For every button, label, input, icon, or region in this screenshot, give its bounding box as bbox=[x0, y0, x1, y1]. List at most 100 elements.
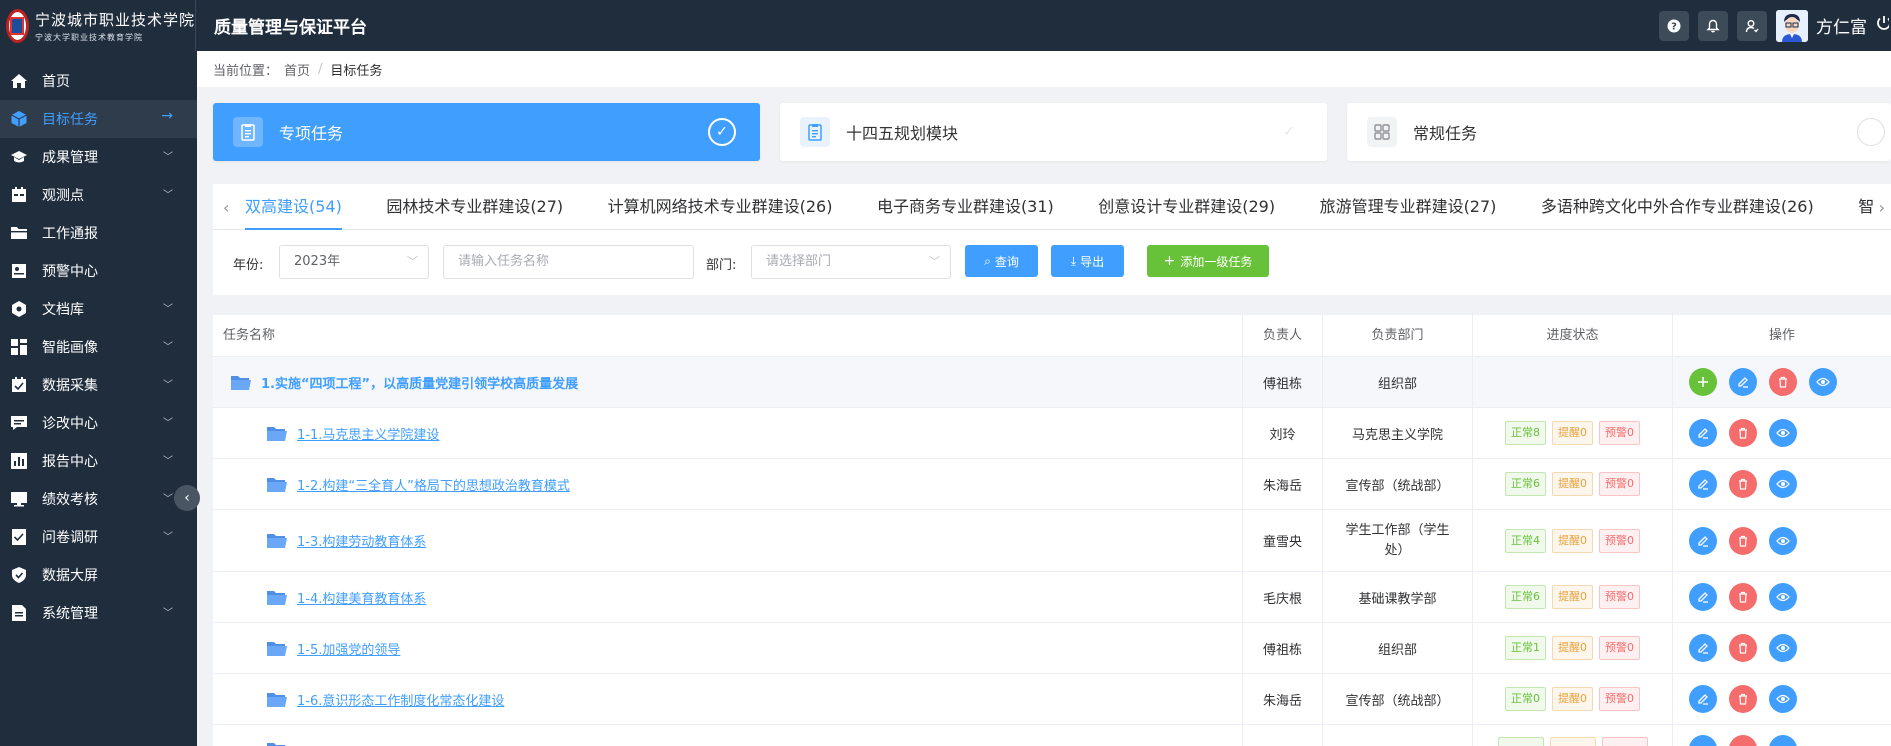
status-badge-normal[interactable]: 正常8 bbox=[1505, 421, 1546, 445]
task-name-link[interactable]: 1-4.构建美育教育体系 bbox=[297, 588, 426, 607]
sidebar-item-data-screen[interactable]: 数据大屏 bbox=[0, 556, 197, 594]
sidebar-item-label: 诊改中心 bbox=[42, 416, 98, 432]
view-button[interactable] bbox=[1769, 583, 1797, 611]
sidebar-item-diagnosis-center[interactable]: 诊改中心 ﹀ bbox=[0, 404, 197, 442]
edit-button[interactable] bbox=[1689, 735, 1717, 746]
username[interactable]: 方仁富 bbox=[1816, 13, 1867, 38]
view-button[interactable] bbox=[1769, 470, 1797, 498]
edit-button[interactable] bbox=[1689, 419, 1717, 447]
tab-landscape[interactable]: 园林技术专业群建设(27) bbox=[386, 184, 563, 230]
year-select[interactable]: 2023年 ﹀ bbox=[279, 245, 429, 279]
table-row: 1-6.意识形态工作制度化常态化建设 朱海岳 宣传部（统战部） 正常0 提醒0 … bbox=[213, 674, 1891, 725]
task-name-link[interactable]: 1.实施“四项工程”，以高质量党建引领学校高质量发展 bbox=[261, 373, 578, 392]
edit-button[interactable] bbox=[1689, 634, 1717, 662]
school-logo[interactable]: 宁波城市职业技术学院 宁波大学职业技术教育学院 bbox=[0, 0, 196, 51]
status-badge-normal[interactable]: 正常4 bbox=[1505, 528, 1546, 553]
status-badge-normal[interactable]: 正常6 bbox=[1505, 585, 1546, 609]
status-badge-normal[interactable]: 正常6 bbox=[1505, 472, 1546, 496]
card-14th-five-year-plan[interactable]: 十四五规划模块 ✓ bbox=[780, 103, 1327, 161]
sidebar-item-questionnaire[interactable]: 问卷调研 ﹀ bbox=[0, 518, 197, 556]
card-regular-tasks[interactable]: 常规任务 bbox=[1347, 103, 1891, 161]
delete-button[interactable] bbox=[1729, 634, 1757, 662]
sidebar-item-system-management[interactable]: 系统管理 ﹀ bbox=[0, 594, 197, 632]
add-top-level-task-button[interactable]: + 添加一级任务 bbox=[1147, 245, 1269, 277]
view-button[interactable] bbox=[1769, 685, 1797, 713]
tab-creative-design[interactable]: 创意设计专业群建设(29) bbox=[1098, 184, 1275, 230]
sidebar-item-observation-points[interactable]: 观测点 ﹀ bbox=[0, 176, 197, 214]
task-name-link[interactable]: 1-5.加强党的领导 bbox=[297, 639, 400, 658]
status-badge-reminder[interactable] bbox=[1549, 737, 1596, 746]
actions-cell bbox=[1673, 459, 1891, 509]
notification-button[interactable] bbox=[1698, 10, 1728, 41]
hexagon-icon bbox=[9, 299, 29, 319]
tab-tourism[interactable]: 旅游管理专业群建设(27) bbox=[1320, 184, 1497, 230]
delete-button[interactable] bbox=[1729, 470, 1757, 498]
task-name-link[interactable]: 1-6.意识形态工作制度化常态化建设 bbox=[297, 690, 504, 709]
view-button[interactable] bbox=[1769, 526, 1797, 555]
status-badge-normal[interactable]: 正常1 bbox=[1505, 636, 1546, 660]
status-badge-normal[interactable]: 正常0 bbox=[1505, 687, 1546, 711]
tab-double-high[interactable]: 双高建设(54) bbox=[245, 184, 342, 230]
tab-network[interactable]: 计算机网络技术专业群建设(26) bbox=[608, 184, 833, 230]
sidebar-item-data-collection[interactable]: 数据采集 ﹀ bbox=[0, 366, 197, 404]
export-button[interactable]: ⤓ 导出 bbox=[1051, 245, 1124, 277]
tabs-scroll-right-button[interactable]: › bbox=[1874, 198, 1885, 217]
help-button[interactable]: ? bbox=[1659, 10, 1689, 41]
status-badge-warning[interactable]: 预警0 bbox=[1599, 421, 1640, 445]
tabs-scroll-left-button[interactable]: ‹ bbox=[223, 198, 229, 217]
status-badge-warning[interactable]: 预警0 bbox=[1599, 528, 1640, 553]
task-name-link[interactable]: 1-1.马克思主义学院建设 bbox=[297, 424, 439, 443]
sidebar-item-smart-portrait[interactable]: 智能画像 ﹀ bbox=[0, 328, 197, 366]
delete-button[interactable] bbox=[1729, 685, 1757, 713]
sidebar-item-warning-center[interactable]: 预警中心 bbox=[0, 252, 197, 290]
edit-button[interactable] bbox=[1729, 368, 1757, 396]
sidebar-item-work-bulletin[interactable]: 工作通报 bbox=[0, 214, 197, 252]
sidebar-item-target-tasks[interactable]: 目标任务 → bbox=[0, 100, 197, 138]
status-badge-warning[interactable] bbox=[1601, 737, 1648, 746]
breadcrumb-home[interactable]: 首页 bbox=[284, 60, 310, 79]
view-button[interactable] bbox=[1809, 368, 1837, 396]
task-name-input[interactable]: 请输入任务名称 bbox=[443, 245, 694, 279]
delete-button[interactable] bbox=[1729, 526, 1757, 555]
dept-select[interactable]: 请选择部门 ﹀ bbox=[751, 245, 951, 279]
tab-multilingual[interactable]: 多语种跨文化中外合作专业群建设(26) bbox=[1541, 184, 1814, 230]
sidebar-item-performance[interactable]: 绩效考核 ﹀ bbox=[0, 480, 197, 518]
status-badge-normal[interactable] bbox=[1497, 737, 1544, 746]
card-special-tasks[interactable]: 专项任务 ✓ bbox=[213, 103, 760, 161]
edit-button[interactable] bbox=[1689, 685, 1717, 713]
sidebar-collapse-button[interactable]: ‹ bbox=[174, 485, 200, 511]
task-name-link[interactable]: 1-2.构建“三全育人”格局下的思想政治教育模式 bbox=[297, 475, 570, 494]
delete-button[interactable] bbox=[1729, 419, 1757, 447]
sidebar-item-home[interactable]: 首页 bbox=[0, 62, 197, 100]
delete-button[interactable] bbox=[1729, 583, 1757, 611]
tab-ecommerce[interactable]: 电子商务专业群建设(31) bbox=[877, 184, 1054, 230]
view-button[interactable] bbox=[1769, 419, 1797, 447]
status-badge-reminder[interactable]: 提醒0 bbox=[1552, 636, 1593, 660]
download-icon: ⤓ bbox=[1070, 253, 1077, 268]
status-badge-warning[interactable]: 预警0 bbox=[1599, 472, 1640, 496]
logout-button[interactable] bbox=[1875, 14, 1889, 37]
delete-button[interactable] bbox=[1769, 368, 1797, 396]
view-button[interactable] bbox=[1769, 634, 1797, 662]
task-name-link[interactable]: 1-3.构建劳动教育体系 bbox=[297, 531, 426, 550]
status-badge-reminder[interactable]: 提醒0 bbox=[1552, 687, 1593, 711]
add-subtask-button[interactable] bbox=[1689, 368, 1717, 396]
view-button[interactable] bbox=[1769, 735, 1797, 746]
delete-button[interactable] bbox=[1729, 735, 1757, 746]
query-button[interactable]: ⌕ 查询 bbox=[965, 245, 1038, 277]
edit-button[interactable] bbox=[1689, 470, 1717, 498]
sidebar-item-document-library[interactable]: 文档库 ﹀ bbox=[0, 290, 197, 328]
edit-button[interactable] bbox=[1689, 583, 1717, 611]
status-badge-reminder[interactable]: 提醒0 bbox=[1552, 528, 1593, 553]
status-badge-warning[interactable]: 预警0 bbox=[1599, 687, 1640, 711]
user-avatar[interactable] bbox=[1776, 9, 1808, 42]
status-badge-reminder[interactable]: 提醒0 bbox=[1552, 585, 1593, 609]
status-badge-warning[interactable]: 预警0 bbox=[1599, 636, 1640, 660]
edit-button[interactable] bbox=[1689, 526, 1717, 555]
status-badge-reminder[interactable]: 提醒0 bbox=[1552, 421, 1593, 445]
user-switch-button[interactable] bbox=[1737, 10, 1767, 41]
status-badge-warning[interactable]: 预警0 bbox=[1599, 585, 1640, 609]
sidebar-item-achievements[interactable]: 成果管理 ﹀ bbox=[0, 138, 197, 176]
sidebar-item-report-center[interactable]: 报告中心 ﹀ bbox=[0, 442, 197, 480]
status-badge-reminder[interactable]: 提醒0 bbox=[1552, 472, 1593, 496]
